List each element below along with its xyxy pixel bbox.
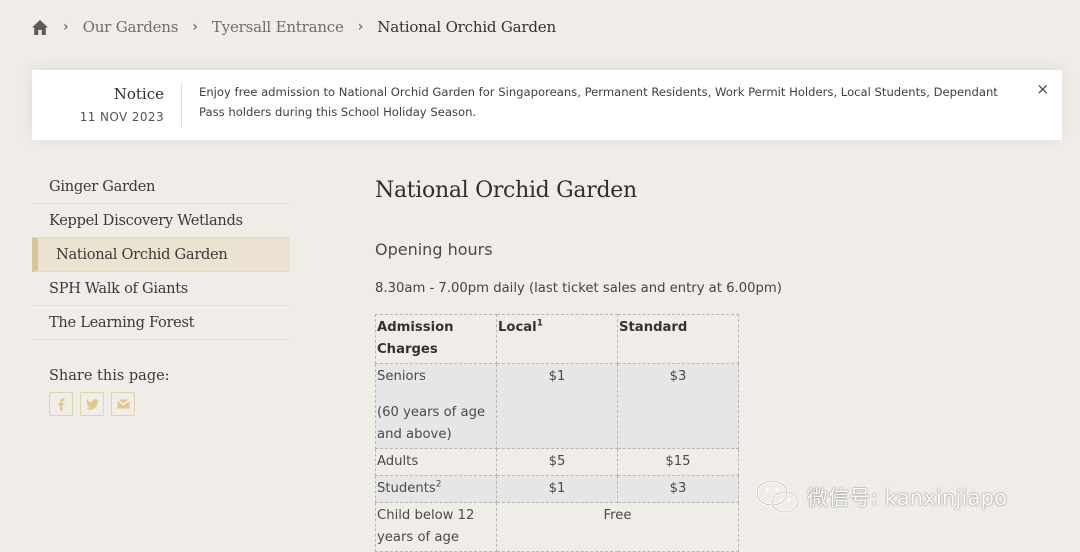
wechat-watermark: 微信号: kanxinjiapo — [755, 478, 1007, 516]
breadcrumb-separator: › — [192, 19, 198, 35]
sidebar-nav: Ginger Garden Keppel Discovery Wetlands … — [32, 170, 290, 416]
breadcrumb-our-gardens[interactable]: Our Gardens — [83, 18, 179, 36]
category-label: Students — [377, 481, 436, 496]
sidebar-item-national-orchid-garden[interactable]: National Orchid Garden — [32, 238, 290, 272]
notice-meta: Notice 11 NOV 2023 — [80, 85, 164, 124]
table-cell-local: $1 — [496, 475, 618, 503]
table-header-standard: Standard — [617, 314, 739, 364]
table-header-local: Local1 — [496, 314, 618, 364]
sidebar-item-ginger-garden[interactable]: Ginger Garden — [32, 170, 290, 204]
table-row: Child below 12 years of age Free — [375, 502, 739, 552]
table-cell-standard: $3 — [617, 475, 739, 503]
email-icon[interactable] — [111, 392, 135, 416]
notice-date: 11 NOV 2023 — [79, 110, 164, 124]
notice-text: Enjoy free admission to National Orchid … — [199, 85, 998, 119]
sidebar-item-the-learning-forest[interactable]: The Learning Forest — [32, 306, 290, 340]
breadcrumb-separator: › — [357, 19, 364, 35]
facebook-icon[interactable] — [49, 392, 73, 416]
category-label: Seniors — [377, 369, 426, 384]
table-cell-category: Child below 12 years of age — [375, 502, 497, 552]
table-row: Students2 $1 $3 — [375, 475, 739, 503]
breadcrumb-separator: › — [63, 19, 69, 35]
home-icon[interactable] — [31, 19, 49, 36]
footnote-marker: 1 — [536, 318, 543, 329]
table-row: Adults $5 $15 — [375, 448, 739, 476]
footnote-marker: 2 — [435, 479, 442, 490]
opening-hours-heading: Opening hours — [375, 240, 493, 259]
sidebar-item-sph-walk-of-giants[interactable]: SPH Walk of Giants — [32, 272, 290, 306]
twitter-icon[interactable] — [80, 392, 104, 416]
table-header-local-label: Local — [498, 320, 537, 335]
category-note: (60 years of age and above) — [377, 405, 486, 442]
page-title: National Orchid Garden — [375, 178, 637, 203]
table-header-row: Admission Charges Local1 Standard — [375, 314, 739, 364]
share-label: Share this page: — [49, 368, 170, 384]
opening-hours-text: 8.30am - 7.00pm daily (last ticket sales… — [375, 281, 782, 296]
breadcrumb-current: National Orchid Garden — [377, 18, 556, 36]
table-cell-local: $5 — [496, 448, 618, 476]
breadcrumb: › Our Gardens › Tyersall Entrance › Nati… — [31, 15, 556, 39]
notice-banner: Notice 11 NOV 2023 Enjoy free admission … — [32, 70, 1062, 140]
table-cell-local: $1 — [496, 363, 618, 449]
table-row: Seniors (60 years of age and above) $1 $… — [375, 363, 739, 449]
table-cell-category: Adults — [375, 448, 497, 476]
notice-title: Notice — [113, 85, 164, 103]
breadcrumb-tyersall-entrance[interactable]: Tyersall Entrance — [212, 18, 344, 36]
close-icon[interactable]: × — [1036, 80, 1049, 98]
sidebar-item-keppel-discovery-wetlands[interactable]: Keppel Discovery Wetlands — [32, 204, 290, 238]
table-header-admission: Admission Charges — [375, 314, 497, 364]
table-cell-standard: $3 — [617, 363, 739, 449]
table-cell-standard: $15 — [617, 448, 739, 476]
share-icons — [49, 392, 290, 416]
table-cell-category: Seniors (60 years of age and above) — [375, 363, 497, 449]
watermark-text: 微信号: kanxinjiapo — [807, 486, 1008, 510]
admission-table: Admission Charges Local1 Standard Senior… — [375, 314, 739, 552]
notice-divider — [181, 83, 182, 127]
table-cell-merged: Free — [496, 502, 739, 552]
table-cell-category: Students2 — [375, 475, 497, 503]
wechat-icon — [755, 479, 800, 514]
